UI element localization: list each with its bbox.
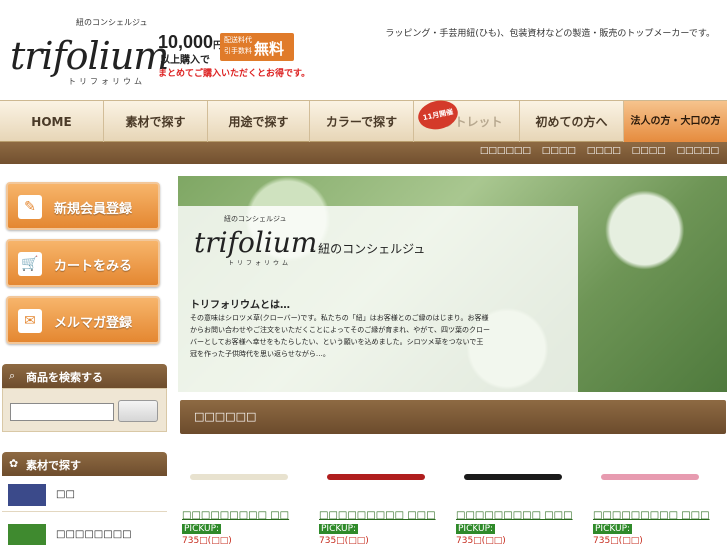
nav-corporate[interactable]: 法人の方・大口の方	[624, 101, 727, 143]
register-member-button[interactable]: ✎ 新規会員登録	[6, 182, 160, 230]
material-label: □□□□□□□□	[56, 529, 132, 540]
product-name[interactable]: □□□□□□□□□ □□□	[456, 510, 573, 521]
product-name[interactable]: □□□□□□□□□ □□	[182, 510, 289, 521]
pickup-heading-bar: □□□□□□	[180, 400, 726, 434]
product-card[interactable]: □□□□□□□□□ □□□ PICKUP: 735□(□□)	[454, 452, 584, 545]
sub-links: □□□□□□ □□□□ □□□□ □□□□ □□□□□	[472, 146, 719, 156]
newsletter-button[interactable]: ✉ メルマガ登録	[6, 296, 160, 344]
product-card[interactable]: □□□□□□□□□ □□ PICKUP: 735□(□□)	[180, 452, 310, 545]
envelope-icon: ✉	[18, 309, 42, 333]
register-member-label: 新規会員登録	[54, 202, 133, 217]
search-icon: ⌕	[9, 369, 16, 382]
material-heading-label: 素材で探す	[26, 459, 81, 472]
nav-search-material[interactable]: 素材で探す	[104, 101, 208, 143]
free-shipping-banner[interactable]: 10,000円 以上購入で 配送料代引手数料 無料 まとめてご購入いただくとお得…	[158, 30, 311, 80]
product-price: 735□(□□)	[593, 536, 643, 545]
material-heading: ✿ 素材で探す	[2, 452, 167, 476]
logo-kana: トリフォリウム	[68, 77, 145, 86]
search-input[interactable]	[10, 403, 114, 421]
pickup-label: PICKUP:	[456, 524, 496, 534]
hero-banner: 紐のコンシェルジュ trifolium トリフォリウム - 紐のコンシェルジュ …	[178, 176, 727, 392]
pickup-label: PICKUP:	[319, 524, 359, 534]
logo-tagline: 紐のコンシェルジュ	[76, 18, 148, 27]
hero-logo: trifolium	[194, 226, 318, 259]
product-name[interactable]: □□□□□□□□□ □□□	[319, 510, 436, 521]
material-label: □□	[56, 489, 75, 500]
pickup-label: PICKUP:	[182, 524, 222, 534]
newsletter-label: メルマガ登録	[54, 316, 133, 331]
promo-amount-value: 10,000	[158, 32, 214, 52]
logo-wordmark: trifolium	[10, 34, 169, 78]
search-button[interactable]	[118, 400, 158, 422]
hero-subtitle: - 紐のコンシェルジュ	[310, 242, 426, 256]
product-price: 735□(□□)	[319, 536, 369, 545]
header-tagline: ラッピング・手芸用紐(ひも)、包装資材などの製造・販売のトップメーカーです。	[385, 29, 715, 39]
leaf-icon: ✿	[9, 457, 19, 470]
product-price: 735□(□□)	[182, 536, 232, 545]
material-thumb	[8, 524, 46, 545]
sub-navbar: □□□□□□ □□□□ □□□□ □□□□ □□□□□	[0, 142, 727, 164]
site-header: 紐のコンシェルジュ trifolium トリフォリウム 10,000円 以上購入…	[0, 0, 727, 100]
site-logo[interactable]: 紐のコンシェルジュ trifolium トリフォリウム	[8, 14, 169, 94]
nav-home[interactable]: HOME	[0, 101, 104, 143]
view-cart-label: カートをみる	[54, 259, 133, 274]
pencil-icon: ✎	[18, 195, 42, 219]
product-image[interactable]	[327, 474, 425, 480]
hero-logo-tag: 紐のコンシェルジュ	[224, 215, 287, 223]
view-cart-button[interactable]: 🛒 カートをみる	[6, 239, 160, 287]
promo-sub: 以上購入で	[160, 55, 210, 66]
product-image[interactable]	[190, 474, 288, 480]
search-heading-label: 商品を検索する	[26, 371, 103, 384]
hero-logo-kana: トリフォリウム	[228, 260, 292, 267]
nav-search-purpose[interactable]: 用途で探す	[208, 101, 310, 143]
product-price: 735□(□□)	[456, 536, 506, 545]
pickup-label: PICKUP:	[593, 524, 633, 534]
product-name[interactable]: □□□□□□□□□ □□□	[593, 510, 710, 521]
search-heading: ⌕ 商品を検索する	[2, 364, 167, 388]
sub-link-4[interactable]: □□□□	[632, 146, 666, 156]
promo-free-box: 配送料代引手数料 無料	[220, 33, 294, 61]
material-item[interactable]: □□□□□□□□	[2, 520, 167, 545]
sub-link-1[interactable]: □□□□□□	[480, 146, 531, 156]
material-item[interactable]: □□	[2, 480, 167, 512]
pickup-heading: □□□□□□	[194, 410, 257, 423]
nav-search-color[interactable]: カラーで探す	[310, 101, 414, 143]
hero-title: トリフォリウムとは…	[190, 300, 290, 311]
sub-link-5[interactable]: □□□□□	[676, 146, 719, 156]
promo-small-text: 配送料代引手数料	[224, 36, 252, 55]
material-thumb	[8, 484, 46, 506]
promo-amount: 10,000円	[158, 32, 222, 53]
promo-note: まとめてご購入いただくとお得です。	[158, 69, 311, 79]
cart-icon: 🛒	[18, 252, 42, 276]
main-nav: HOME 素材で探す 用途で探す カラーで探す アウトレット 初めての方へ 法人…	[0, 100, 727, 143]
sub-link-2[interactable]: □□□□	[542, 146, 576, 156]
hero-body: その意味はシロツメ草(クローバー)です。私たちの「紐」はお客様とのご縁のはじまり…	[190, 314, 490, 358]
product-image[interactable]	[601, 474, 699, 480]
product-card[interactable]: □□□□□□□□□ □□□ PICKUP: 735□(□□)	[317, 452, 447, 545]
sub-link-3[interactable]: □□□□	[587, 146, 621, 156]
product-image[interactable]	[464, 474, 562, 480]
promo-free-text: 無料	[254, 40, 285, 58]
product-card[interactable]: □□□□□□□□□ □□□ PICKUP: 735□(□□)	[591, 452, 721, 545]
nav-first-time[interactable]: 初めての方へ	[520, 101, 624, 143]
